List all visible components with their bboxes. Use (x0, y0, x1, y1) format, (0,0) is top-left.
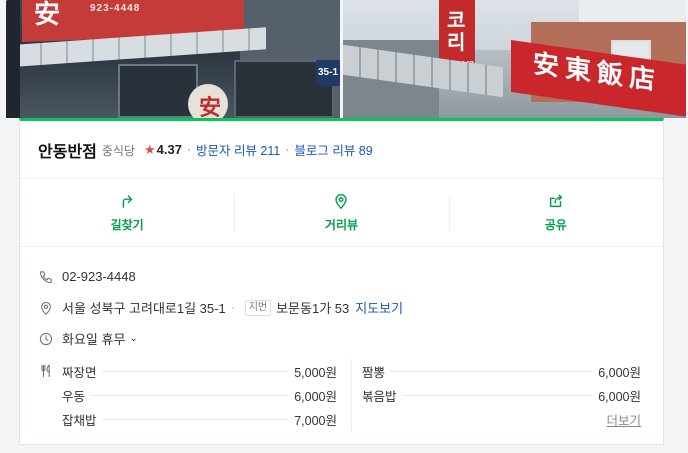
menu-item: 짜장면 5,000원 (62, 359, 337, 383)
menu-leader (102, 370, 289, 372)
location-pin-icon (41, 301, 51, 315)
phone-icon (39, 270, 52, 283)
menu-item-price: 5,000원 (294, 365, 337, 380)
menu-item-price: 7,000원 (294, 413, 337, 428)
menu-item-price: 6,000원 (598, 389, 641, 404)
menu-column-right: 짬뽕 6,000원 볶음밥 6,000원 더보기 (351, 359, 641, 431)
menu-item: 잡채밥 7,000원 (62, 407, 337, 431)
phone-number[interactable]: 02-923-4448 (62, 269, 136, 284)
star-icon: ★ (144, 141, 156, 157)
clock-icon (39, 332, 53, 345)
menu-item-price: 6,000원 (294, 389, 337, 404)
directions-icon (122, 195, 133, 209)
lot-address-badge: 지번 (244, 299, 272, 316)
menu-leader (91, 394, 289, 396)
menu-item: 짬뽕 6,000원 (362, 359, 641, 383)
menu-item-name: 잡채밥 (62, 413, 97, 428)
visitor-reviews-link[interactable]: 방문자 리뷰 211 (196, 140, 280, 159)
menu-more-link[interactable]: 더보기 (606, 410, 641, 429)
menu-section: 짜장면 5,000원 우동 6,000원 잡채밥 7,000원 짬뽕 6,000… (38, 359, 663, 431)
directions-label: 길찾기 (110, 218, 144, 232)
photo-strip: 安 923-4448 安 35-1 코 리 923-4448 安東飯店 (6, 0, 686, 118)
photo-window (118, 64, 198, 118)
photo-circle-char: 安 (199, 95, 222, 118)
place-name: 안동반점 (38, 143, 97, 161)
photo-building (579, 0, 686, 24)
lot-address: 보문동1가 53 (276, 301, 350, 316)
share-button[interactable]: 공유 (448, 179, 663, 246)
phone-row: 02-923-4448 (38, 261, 663, 292)
directions-button[interactable]: 길찾기 (20, 179, 234, 246)
storefront-photo-right[interactable]: 코 리 923-4448 安東飯店 (343, 0, 686, 118)
share-icon (549, 194, 562, 208)
menu-leader (102, 418, 289, 420)
photo-vertical-sign-text: 코 리 (447, 10, 466, 54)
street-view-label: 거리뷰 (324, 218, 359, 232)
menu-item-price: 6,000원 (598, 365, 641, 380)
share-label: 공유 (544, 218, 567, 232)
street-view-button[interactable]: 거리뷰 (234, 179, 448, 246)
menu-item: 우동 6,000원 (62, 383, 337, 407)
menu-more-row: 더보기 (362, 407, 641, 431)
address-plate: 35-1 (316, 60, 340, 86)
map-link[interactable]: 지도보기 (355, 298, 403, 317)
chevron-down-icon[interactable]: ⌄ (129, 333, 137, 344)
menu-item: 볶음밥 6,000원 (362, 383, 641, 407)
menu-item-name: 우동 (62, 389, 86, 404)
place-info: 02-923-4448 서울 성북구 고려대로1길 35-1 지번 보문동1가 … (20, 247, 663, 431)
address-row: 서울 성북구 고려대로1길 35-1 지번 보문동1가 53 지도보기 (38, 292, 663, 323)
menu-column-left: 짜장면 5,000원 우동 6,000원 잡채밥 7,000원 (62, 359, 337, 431)
road-address: 서울 성북구 고려대로1길 35-1 (62, 301, 226, 316)
separator-dot (187, 148, 190, 151)
action-bar: 길찾기 거리뷰 공유 (20, 179, 663, 247)
place-card: 안동반점 중식당 ★ 4.37 방문자 리뷰 211 블로그 리뷰 89 길찾기… (19, 118, 664, 445)
separator-dot (286, 148, 289, 151)
photo-pillar (6, 0, 20, 118)
business-hours: 화요일 휴무 (62, 332, 126, 347)
separator-dot (231, 306, 234, 309)
hours-row[interactable]: 화요일 휴무 ⌄ (38, 323, 663, 354)
blog-reviews-link[interactable]: 블로그 리뷰 89 (294, 140, 372, 159)
photo-sign-text: 923-4448 (90, 3, 141, 14)
menu-item-name: 볶음밥 (362, 389, 397, 404)
storefront-photo-left[interactable]: 安 923-4448 安 35-1 (6, 0, 340, 118)
menu-leader (402, 394, 593, 396)
photo-sign-char: 安 (34, 0, 61, 29)
menu-leader (391, 370, 593, 372)
menu-item-name: 짬뽕 (362, 365, 386, 380)
location-pin-icon (335, 194, 348, 209)
utensils-icon (41, 364, 50, 378)
menu-item-name: 짜장면 (62, 365, 97, 380)
place-header: 안동반점 중식당 ★ 4.37 방문자 리뷰 211 블로그 리뷰 89 (20, 121, 663, 179)
place-rating: 4.37 (156, 142, 182, 157)
place-category: 중식당 (101, 144, 136, 158)
